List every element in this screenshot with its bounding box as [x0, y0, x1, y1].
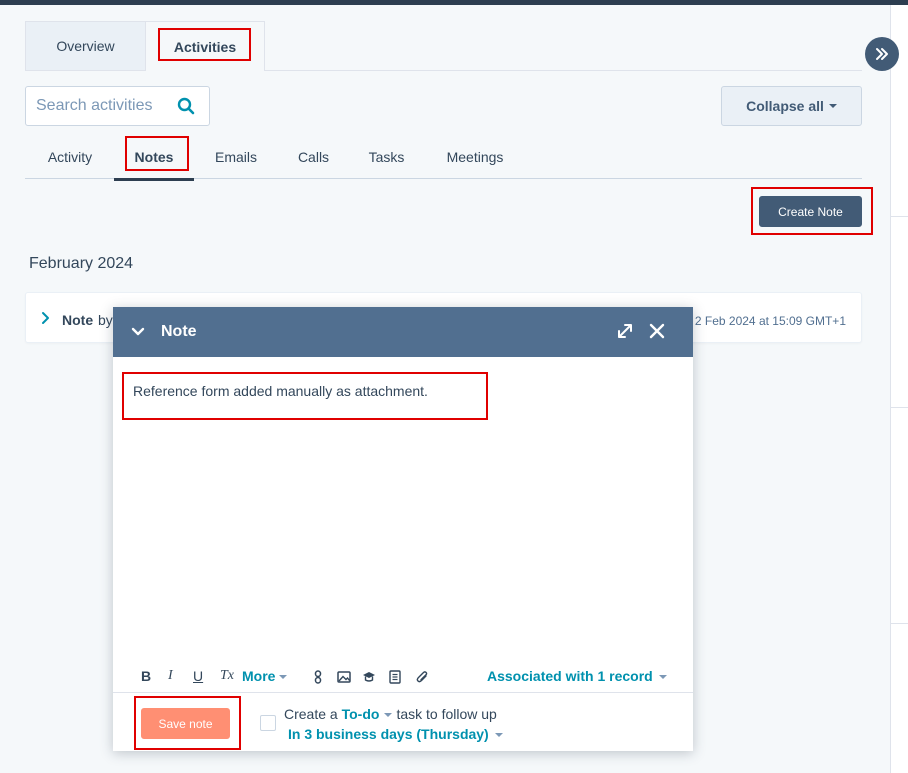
subtab-meetings[interactable]: Meetings [443, 135, 507, 179]
create-note-button[interactable]: Create Note [759, 196, 862, 227]
subtab-tasks[interactable]: Tasks [366, 135, 407, 179]
sidebar-divider [891, 623, 908, 624]
more-label: More [242, 668, 276, 684]
caret-down-icon [384, 713, 393, 718]
follow-up-task-text: Create a To-do task to follow up [284, 706, 497, 722]
link-icon[interactable] [311, 670, 325, 684]
attachment-icon[interactable] [415, 670, 429, 684]
activity-subtabs: Activity Notes Emails Calls Tasks Meetin… [25, 135, 862, 181]
note-card-label: Note [62, 312, 94, 328]
note-editor-modal: Note Reference form added manually as at… [113, 307, 693, 751]
bold-button[interactable]: B [141, 668, 151, 684]
expand-sidebar-button[interactable] [865, 37, 899, 71]
knowledge-base-icon[interactable] [362, 670, 376, 684]
subtab-emails[interactable]: Emails [212, 135, 260, 179]
search-icon[interactable] [177, 97, 195, 115]
rich-text-toolbar: B I U Tx More Associated with 1 record [113, 664, 693, 692]
close-icon[interactable] [649, 323, 665, 339]
expand-icon[interactable] [616, 322, 634, 340]
month-group-heading: February 2024 [29, 255, 134, 272]
tabs-divider [265, 70, 862, 71]
subtab-notes[interactable]: Notes [114, 135, 194, 181]
subtab-calls[interactable]: Calls [295, 135, 332, 179]
caret-down-icon [494, 733, 503, 738]
collapse-all-button[interactable]: Collapse all [721, 86, 862, 126]
sidebar-divider [891, 216, 908, 217]
search-input[interactable] [36, 97, 166, 115]
follow-up-suffix: task to follow up [396, 706, 497, 722]
tab-activities[interactable]: Activities [145, 21, 265, 71]
italic-button[interactable]: I [168, 668, 173, 684]
caret-down-icon [828, 104, 837, 108]
task-due-date-label: In 3 business days (Thursday) [288, 726, 489, 742]
task-type-dropdown[interactable]: To-do [342, 706, 380, 722]
collapse-all-label: Collapse all [746, 98, 824, 114]
chevron-down-icon[interactable] [131, 326, 145, 338]
caret-down-icon [658, 675, 667, 680]
note-card-author-prefix: by [98, 312, 113, 328]
right-sidebar [890, 5, 908, 773]
save-note-button[interactable]: Save note [141, 708, 230, 739]
sidebar-divider [891, 407, 908, 408]
snippet-icon[interactable] [388, 670, 402, 684]
note-body-editor[interactable]: Reference form added manually as attachm… [133, 383, 428, 399]
record-tabs: Overview Activities [25, 21, 265, 71]
caret-down-icon [279, 675, 288, 680]
note-editor-title: Note [161, 323, 197, 340]
chevron-right-icon[interactable] [40, 311, 50, 325]
image-icon[interactable] [337, 670, 351, 684]
note-editor-header: Note [113, 307, 693, 357]
note-editor-footer: Save note Create a To-do task to follow u… [113, 692, 693, 751]
associated-records-dropdown[interactable]: Associated with 1 record [487, 668, 667, 684]
subtab-activity[interactable]: Activity [45, 135, 95, 179]
underline-button[interactable]: U [193, 668, 203, 684]
tab-overview[interactable]: Overview [25, 21, 145, 71]
double-chevron-right-icon [876, 48, 888, 60]
note-card-timestamp: 2 Feb 2024 at 15:09 GMT+1 [694, 314, 846, 328]
more-formatting-dropdown[interactable]: More [242, 668, 288, 684]
create-task-checkbox[interactable] [260, 715, 276, 731]
follow-up-prefix: Create a [284, 706, 342, 722]
search-activities-box [25, 86, 210, 126]
clear-formatting-button[interactable]: Tx [220, 668, 234, 684]
top-bar [0, 0, 908, 5]
task-due-date-dropdown[interactable]: In 3 business days (Thursday) [288, 726, 503, 742]
associated-records-label: Associated with 1 record [487, 668, 653, 684]
